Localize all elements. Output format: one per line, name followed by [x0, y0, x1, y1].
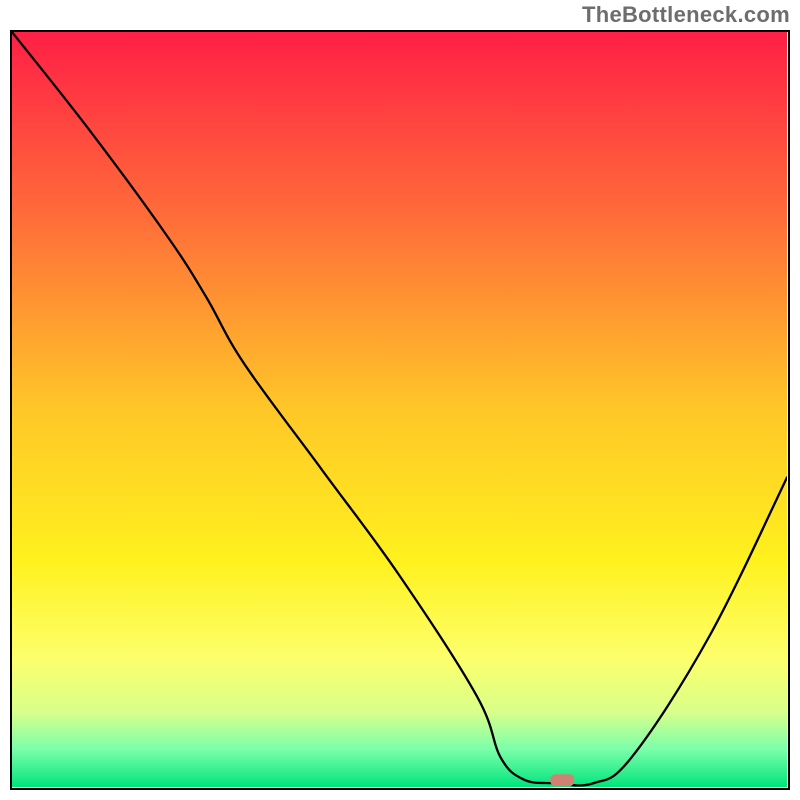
- chart-background: [12, 32, 787, 787]
- plot-area: [10, 30, 790, 790]
- chart-root: TheBottleneck.com: [0, 0, 800, 800]
- watermark-text: TheBottleneck.com: [582, 2, 790, 28]
- marker-pill: [550, 774, 574, 786]
- chart-svg: [12, 32, 787, 787]
